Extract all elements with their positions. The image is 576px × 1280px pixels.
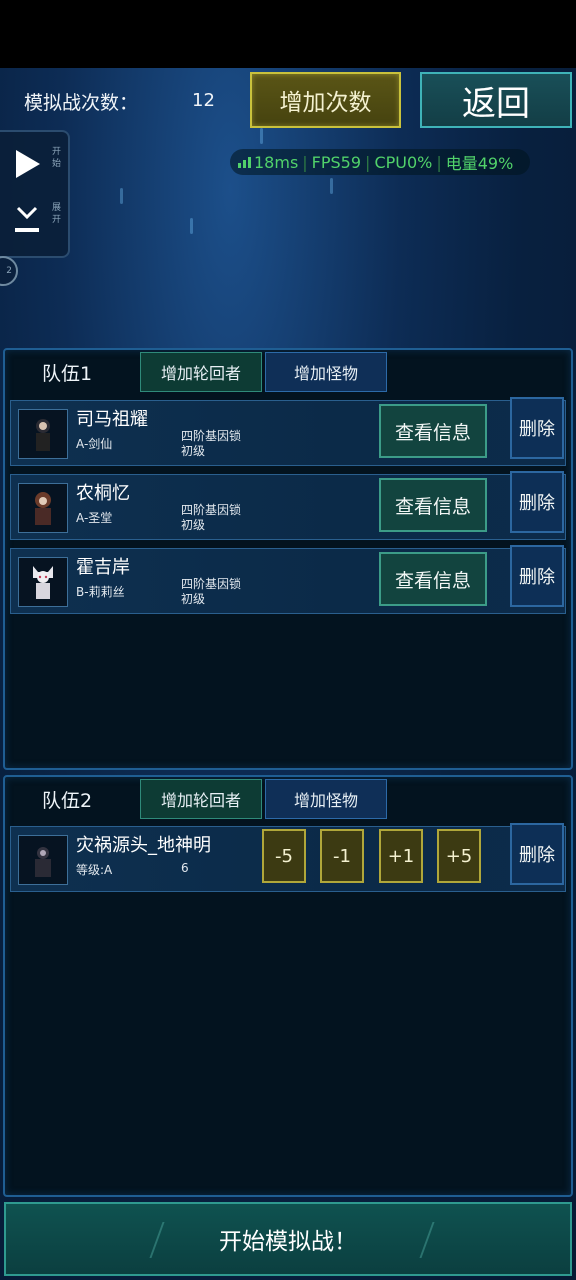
view-info-button[interactable]: 查看信息 xyxy=(379,478,487,532)
level-minus-1-button[interactable]: -1 xyxy=(320,829,364,883)
monster-portrait-icon xyxy=(35,847,51,877)
float-start-label: 开始 xyxy=(52,147,62,169)
floating-control-panel: 开始 展开 xyxy=(0,130,70,258)
member-class: B-莉莉丝 xyxy=(76,585,125,599)
perf-cpu: CPU0% xyxy=(374,152,433,172)
member-name: 农桐忆 xyxy=(76,483,130,504)
divider: | xyxy=(436,152,442,172)
perf-fps: FPS59 xyxy=(311,152,362,172)
sim-count-value: 12 xyxy=(192,90,215,111)
add-count-button[interactable]: 增加次数 xyxy=(250,72,401,128)
level-plus-1-button[interactable]: +1 xyxy=(379,829,423,883)
delete-button[interactable]: 删除 xyxy=(510,823,564,885)
monster-level-label: 等级:A xyxy=(76,863,113,877)
avatar xyxy=(18,835,68,885)
team1-add-monster-tab[interactable]: 增加怪物 xyxy=(265,352,387,392)
member-gene-lock: 四阶基因锁 初级 xyxy=(181,429,241,459)
sparkle xyxy=(260,128,263,144)
perf-battery: 电量49% xyxy=(445,154,514,173)
signal-icon xyxy=(238,156,251,168)
character-portrait-icon xyxy=(36,419,50,451)
start-battle-button[interactable]: 开始模拟战！ xyxy=(4,1202,572,1276)
back-button[interactable]: 返回 xyxy=(420,72,572,128)
collapse-down-icon xyxy=(15,206,39,232)
avatar xyxy=(18,409,68,459)
team1-member-row: 司马祖耀 A-剑仙 四阶基因锁 初级 查看信息 删除 xyxy=(10,397,566,466)
gene-grade-text: 初级 xyxy=(181,518,206,532)
member-name: 霍吉岸 xyxy=(76,557,130,578)
delete-button[interactable]: 删除 xyxy=(510,545,564,607)
decoration-line xyxy=(149,1222,165,1258)
team2-monster-row: 灾祸源头_地神明 等级:A 6 -5 -1 +1 +5 删除 xyxy=(10,823,566,892)
sim-count-label: 模拟战次数： xyxy=(24,92,139,114)
team2-add-monster-tab[interactable]: 增加怪物 xyxy=(265,779,387,819)
start-battle-label: 开始模拟战！ xyxy=(219,1229,357,1255)
divider: | xyxy=(365,152,371,172)
team1-add-player-tab[interactable]: 增加轮回者 xyxy=(140,352,262,392)
gene-lock-text: 四阶基因锁 xyxy=(181,429,242,443)
sparkle xyxy=(190,218,193,234)
delete-button[interactable]: 删除 xyxy=(510,397,564,459)
play-icon xyxy=(16,150,40,178)
character-portrait-icon xyxy=(35,492,51,525)
team2-add-player-tab[interactable]: 增加轮回者 xyxy=(140,779,262,819)
monster-level-value: 6 xyxy=(181,861,189,875)
float-expand-label: 展开 xyxy=(52,203,62,225)
team2-title: 队伍2 xyxy=(42,790,93,812)
member-name: 司马祖耀 xyxy=(76,409,148,430)
member-class: A-圣堂 xyxy=(76,511,113,525)
team1-member-row: 霍吉岸 B-莉莉丝 四阶基因锁 初级 查看信息 删除 xyxy=(10,545,566,614)
view-info-button[interactable]: 查看信息 xyxy=(379,552,487,606)
monster-name: 灾祸源头_地神明 xyxy=(76,835,211,856)
avatar xyxy=(18,557,68,607)
gene-lock-text: 四阶基因锁 xyxy=(181,577,242,591)
character-portrait-icon xyxy=(33,566,53,599)
float-start-button[interactable]: 开始 xyxy=(10,144,62,192)
team1-title: 队伍1 xyxy=(42,363,93,385)
team1-member-row: 农桐忆 A-圣堂 四阶基因锁 初级 查看信息 删除 xyxy=(10,471,566,540)
decoration-line xyxy=(419,1222,435,1258)
sparkle xyxy=(330,178,333,194)
gene-lock-text: 四阶基因锁 xyxy=(181,503,242,517)
level-minus-5-button[interactable]: -5 xyxy=(262,829,306,883)
member-gene-lock: 四阶基因锁 初级 xyxy=(181,503,241,533)
member-class: A-剑仙 xyxy=(76,437,113,451)
sparkle xyxy=(120,188,123,204)
system-status-bar xyxy=(0,0,576,68)
gene-grade-text: 初级 xyxy=(181,444,206,458)
divider: | xyxy=(302,152,308,172)
perf-ping: 18ms xyxy=(254,152,299,172)
delete-button[interactable]: 删除 xyxy=(510,471,564,533)
view-info-button[interactable]: 查看信息 xyxy=(379,404,487,458)
member-gene-lock: 四阶基因锁 初级 xyxy=(181,577,241,607)
float-expand-button[interactable]: 展开 xyxy=(10,200,62,248)
gene-grade-text: 初级 xyxy=(181,592,206,606)
avatar xyxy=(18,483,68,533)
level-plus-5-button[interactable]: +5 xyxy=(437,829,481,883)
performance-overlay: 18ms | FPS59 | CPU0% | 电量49% xyxy=(230,149,530,175)
